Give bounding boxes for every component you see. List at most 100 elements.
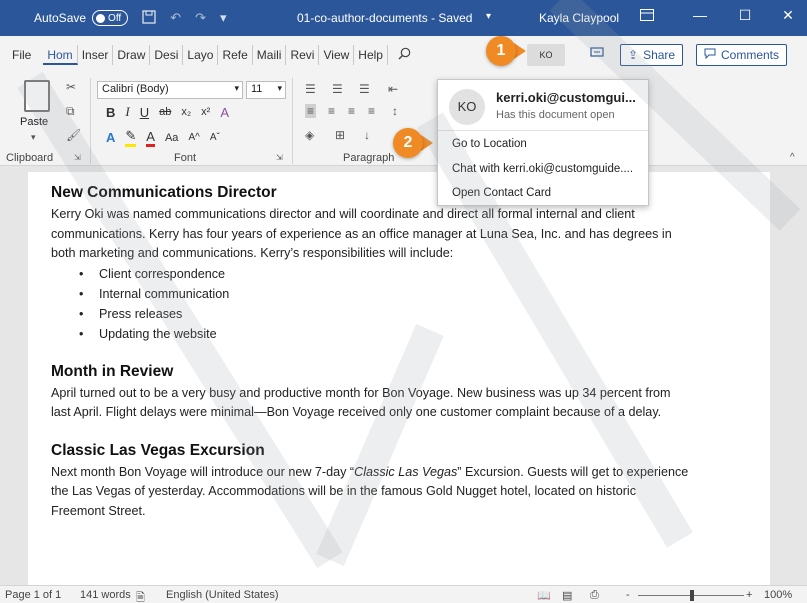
paragraph-text: Next month Bon Voyage will introduce our… — [51, 464, 355, 479]
text-effects-icon[interactable]: A — [106, 130, 115, 145]
coauthor-popup: KO kerri.oki@customgui... Has this docum… — [437, 79, 649, 206]
tab-review[interactable]: Revi — [286, 45, 320, 65]
zoom-out-button[interactable]: - — [626, 589, 630, 601]
read-mode-icon[interactable]: 📖 — [537, 589, 551, 602]
list-item: Client correspondence — [79, 264, 691, 284]
highlight-icon[interactable]: ✎ — [125, 128, 137, 147]
multilevel-list-icon[interactable]: ☰ — [359, 82, 370, 96]
heading-classic-las-vegas: Classic Las Vegas Excursion — [51, 441, 265, 459]
strikethrough-icon[interactable]: ab — [159, 106, 171, 118]
italic-icon[interactable]: I — [125, 104, 129, 120]
tab-draw[interactable]: Draw — [113, 45, 151, 65]
justify-icon[interactable]: ≡ — [368, 104, 375, 118]
tab-home[interactable]: Hom — [43, 45, 78, 65]
paragraph-group-label: Paragraph — [343, 152, 395, 164]
tab-help[interactable]: Help — [354, 45, 388, 65]
paragraph: Kerry Oki was named communications direc… — [51, 207, 672, 260]
document-content: New Communications Director Kerry Oki wa… — [51, 184, 691, 521]
coauthor-avatar[interactable]: KO — [527, 44, 565, 66]
change-case-icon[interactable]: Aa — [165, 132, 178, 144]
close-icon[interactable]: ✕ — [778, 7, 798, 24]
share-button[interactable]: ⇪ Share — [620, 44, 684, 66]
customize-qat-icon[interactable]: ▾ — [220, 10, 227, 26]
superscript-icon[interactable]: x² — [201, 106, 210, 118]
numbering-icon[interactable]: ☰ — [332, 82, 343, 96]
proofing-icon[interactable]: 🗎 — [136, 589, 145, 603]
zoom-slider-thumb[interactable] — [690, 590, 694, 601]
align-right-icon[interactable]: ≡ — [348, 104, 355, 118]
chevron-down-icon: ▾ — [234, 83, 239, 93]
zoom-in-button[interactable]: + — [746, 589, 752, 601]
list-item: Updating the website — [79, 324, 691, 344]
document-title[interactable]: 01-co-author-documents - Saved — [297, 11, 472, 25]
decrease-indent-icon[interactable]: ⇤ — [388, 82, 398, 96]
word-count[interactable]: 141 words — [80, 589, 131, 601]
comments-pane-icon[interactable] — [590, 46, 604, 63]
tab-insert[interactable]: Inser — [78, 45, 114, 65]
cut-icon[interactable]: ✂ — [66, 80, 76, 94]
divider — [292, 78, 293, 164]
document-page[interactable]: New Communications Director Kerry Oki wa… — [28, 172, 770, 585]
clear-formatting-icon[interactable]: A — [220, 105, 229, 120]
zoom-level[interactable]: 100% — [764, 589, 792, 601]
align-left-icon[interactable]: ≡ — [305, 104, 317, 118]
title-bar: AutoSave Off ↶ ↷ ▾ 01-co-author-document… — [0, 0, 807, 36]
line-spacing-icon[interactable]: ↕ — [392, 104, 398, 118]
paste-dropdown-icon[interactable]: ▾ — [31, 132, 36, 143]
web-layout-icon[interactable]: ⎙ — [590, 589, 599, 602]
page-count[interactable]: Page 1 of 1 — [5, 589, 61, 601]
search-icon[interactable] — [398, 47, 411, 63]
borders-icon[interactable]: ⊞ — [335, 128, 345, 142]
shrink-font-icon[interactable]: Aˇ — [210, 132, 220, 143]
user-name[interactable]: Kayla Claypool — [539, 11, 619, 25]
title-dropdown-icon[interactable]: ▾ — [486, 11, 491, 22]
font-color-row: A ✎ A Aa A^ Aˇ — [106, 128, 220, 147]
font-name-value: Calibri (Body) — [102, 83, 169, 95]
center-icon[interactable]: ≡ — [328, 104, 335, 118]
ribbon-display-icon[interactable] — [640, 9, 654, 24]
tab-mailings[interactable]: Maili — [253, 45, 287, 65]
autosave-toggle[interactable]: Off — [92, 10, 129, 26]
collapse-ribbon-icon[interactable]: ^ — [790, 152, 795, 163]
maximize-icon[interactable]: ☐ — [735, 7, 755, 24]
comments-button[interactable]: Comments — [696, 44, 788, 66]
status-bar: Page 1 of 1 141 words 🗎 English (United … — [0, 585, 807, 603]
grow-font-icon[interactable]: A^ — [188, 132, 199, 143]
go-to-location-menu-item[interactable]: Go to Location — [452, 138, 527, 150]
paragraph-italic-text: Classic Las Vegas — [354, 464, 458, 479]
language[interactable]: English (United States) — [166, 589, 279, 601]
paste-label[interactable]: Paste — [20, 116, 48, 128]
tab-design[interactable]: Desi — [150, 45, 184, 65]
underline-icon[interactable]: U — [140, 105, 149, 120]
format-painter-icon[interactable]: 🖌 — [66, 128, 81, 142]
paste-icon[interactable] — [24, 80, 50, 112]
print-layout-icon[interactable]: ▤ — [562, 589, 572, 602]
font-size-select[interactable]: 11 ▾ — [246, 81, 286, 99]
bullets-icon[interactable]: ☰ — [305, 82, 316, 96]
tab-layout[interactable]: Layo — [183, 45, 219, 65]
share-label: Share — [643, 48, 676, 62]
undo-icon[interactable]: ↶ — [170, 10, 181, 26]
minimize-icon[interactable]: — — [690, 7, 710, 23]
divider — [90, 78, 91, 164]
chevron-down-icon: ▾ — [277, 83, 282, 93]
shading-icon[interactable]: ◈ — [305, 128, 314, 142]
bold-icon[interactable]: B — [106, 105, 115, 120]
font-group-label: Font — [174, 152, 197, 164]
font-name-select[interactable]: Calibri (Body) ▾ — [97, 81, 243, 99]
copy-icon[interactable]: ⧉ — [66, 104, 75, 119]
font-color-icon[interactable]: A — [146, 129, 155, 147]
dialog-launcher-icon[interactable]: ⇲ — [276, 153, 283, 162]
tab-file[interactable]: File — [8, 45, 43, 65]
subscript-icon[interactable]: x₂ — [181, 106, 191, 118]
ribbon-tabs: File Hom Inser Draw Desi Layo Refe Maili… — [0, 36, 807, 74]
tab-references[interactable]: Refe — [218, 45, 253, 65]
open-contact-card-menu-item[interactable]: Open Contact Card — [452, 187, 551, 199]
chat-menu-item[interactable]: Chat with kerri.oki@customguide.... — [452, 163, 633, 175]
save-icon[interactable] — [142, 9, 156, 27]
avatar: KO — [449, 89, 485, 125]
sort-icon[interactable]: ↓ — [364, 128, 370, 142]
redo-icon[interactable]: ↷ — [195, 10, 206, 26]
tab-view[interactable]: View — [319, 45, 355, 65]
dialog-launcher-icon[interactable]: ⇲ — [74, 153, 81, 162]
